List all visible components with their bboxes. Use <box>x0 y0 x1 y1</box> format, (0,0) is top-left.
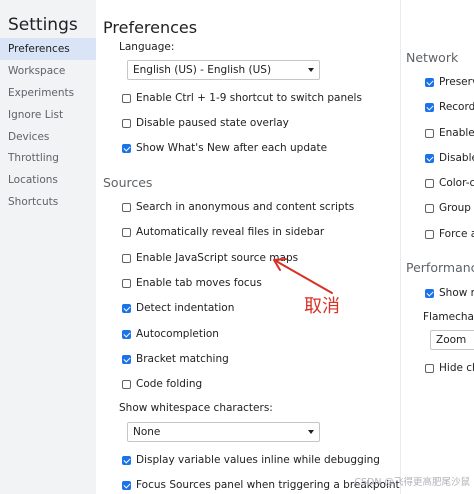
checkbox-show-native[interactable]: Show na <box>425 286 474 300</box>
checkbox-group-requests[interactable]: Group r <box>425 201 474 215</box>
checkbox-icon <box>122 202 131 212</box>
checkbox-label: Preserve <box>439 76 474 88</box>
checkbox-label: Color-co <box>439 177 474 189</box>
sidebar-item-locations[interactable]: Locations <box>0 169 96 191</box>
checkbox-icon <box>425 229 434 239</box>
checkbox-record-network[interactable]: Record <box>425 100 474 114</box>
checkbox-ctrl-shortcut[interactable]: Enable Ctrl + 1-9 shortcut to switch pan… <box>122 91 362 105</box>
checkbox-label: Bracket matching <box>136 353 229 365</box>
checkbox-label: Display variable values inline while deb… <box>136 454 380 466</box>
sidebar-item-devices[interactable]: Devices <box>0 126 96 148</box>
language-label: Language: <box>119 41 175 53</box>
checkbox-search-anonymous[interactable]: Search in anonymous and content scripts <box>122 200 354 214</box>
whitespace-label: Show whitespace characters: <box>119 402 273 414</box>
sidebar-item-workspace[interactable]: Workspace <box>0 60 96 82</box>
checkbox-icon <box>122 253 131 263</box>
checkbox-label: Enable tab moves focus <box>136 277 262 289</box>
sidebar-item-experiments[interactable]: Experiments <box>0 82 96 104</box>
settings-sidebar: Settings Preferences Workspace Experimen… <box>0 0 96 494</box>
flamechart-select[interactable]: Zoom <box>430 330 474 350</box>
checkbox-icon <box>122 278 131 288</box>
flamechart-select-value: Zoom <box>436 334 467 346</box>
column-divider <box>400 0 401 494</box>
flamechart-label: Flamechart <box>423 311 474 323</box>
checkbox-label: Autocompletion <box>136 328 219 340</box>
checkbox-preserve-log[interactable]: Preserve <box>425 75 474 89</box>
checkbox-label: Disable paused state overlay <box>136 117 289 129</box>
checkbox-icon <box>425 178 434 188</box>
checkbox-autocompletion[interactable]: Autocompletion <box>122 327 219 341</box>
checkbox-label: Record <box>439 101 474 113</box>
checkbox-icon <box>122 379 131 389</box>
checkbox-hide-chrome[interactable]: Hide ch <box>425 361 474 375</box>
checkbox-label: Show na <box>439 287 474 299</box>
checkbox-checked-icon <box>122 354 131 364</box>
checkbox-enable-network-option[interactable]: Enable n <box>425 126 474 140</box>
section-heading-network: Network <box>406 50 459 65</box>
checkbox-show-whats-new[interactable]: Show What's New after each update <box>122 141 327 155</box>
checkbox-label: Search in anonymous and content scripts <box>136 201 355 213</box>
checkbox-reveal-files[interactable]: Automatically reveal files in sidebar <box>122 225 324 239</box>
checkbox-checked-icon <box>122 303 131 313</box>
checkbox-label: Automatically reveal files in sidebar <box>136 226 325 238</box>
checkbox-label: Group r <box>439 202 474 214</box>
section-heading-performance: Performance <box>406 260 474 275</box>
checkbox-disable-cache[interactable]: Disable <box>425 151 474 165</box>
sidebar-item-preferences[interactable]: Preferences <box>0 38 96 60</box>
section-heading-sources: Sources <box>103 175 153 190</box>
checkbox-label: Enable Ctrl + 1-9 shortcut to switch pan… <box>136 92 362 104</box>
checkbox-checked-icon <box>122 480 131 490</box>
settings-title: Settings <box>8 15 78 35</box>
sidebar-item-shortcuts[interactable]: Shortcuts <box>0 191 96 213</box>
watermark: CSDN @飞得更高肥尾沙鼠 <box>354 477 470 488</box>
language-select-value: English (US) - English (US) <box>133 64 272 76</box>
language-select[interactable]: English (US) - English (US) <box>127 60 320 80</box>
chevron-down-icon <box>308 430 314 434</box>
checkbox-label: Hide ch <box>439 362 474 374</box>
checkbox-label: Show What's New after each update <box>136 142 328 154</box>
checkbox-code-folding[interactable]: Code folding <box>122 377 202 391</box>
checkbox-checked-icon <box>425 102 434 112</box>
checkbox-checked-icon <box>425 77 434 87</box>
checkbox-inline-values[interactable]: Display variable values inline while deb… <box>122 453 380 467</box>
checkbox-tab-moves-focus[interactable]: Enable tab moves focus <box>122 276 262 290</box>
checkbox-disable-paused-overlay[interactable]: Disable paused state overlay <box>122 116 289 130</box>
sidebar-item-throttling[interactable]: Throttling <box>0 147 96 169</box>
whitespace-select[interactable]: None <box>127 422 320 442</box>
checkbox-label: Code folding <box>136 378 203 390</box>
checkbox-label: Disable <box>439 152 474 164</box>
checkbox-icon <box>425 128 434 138</box>
checkbox-icon <box>122 227 131 237</box>
sidebar-item-ignore-list[interactable]: Ignore List <box>0 104 96 126</box>
checkbox-icon <box>122 118 131 128</box>
checkbox-label: Force ad <box>439 228 474 240</box>
checkbox-label: Enable n <box>439 127 474 139</box>
checkbox-icon <box>425 363 434 373</box>
checkbox-checked-icon <box>425 288 434 298</box>
checkbox-detect-indentation[interactable]: Detect indentation <box>122 301 234 315</box>
chevron-down-icon <box>308 68 314 72</box>
annotation-text: 取消 <box>304 296 340 317</box>
checkbox-checked-icon <box>425 153 434 163</box>
checkbox-icon <box>122 93 131 103</box>
checkbox-checked-icon <box>122 329 131 339</box>
page-title: Preferences <box>103 18 198 37</box>
checkbox-color-code[interactable]: Color-co <box>425 176 474 190</box>
checkbox-bracket-matching[interactable]: Bracket matching <box>122 352 229 366</box>
checkbox-icon <box>425 203 434 213</box>
checkbox-checked-icon <box>122 143 131 153</box>
checkbox-force-ad[interactable]: Force ad <box>425 227 474 241</box>
whitespace-select-value: None <box>133 426 161 438</box>
checkbox-label: Detect indentation <box>136 302 235 314</box>
checkbox-checked-icon <box>122 455 131 465</box>
